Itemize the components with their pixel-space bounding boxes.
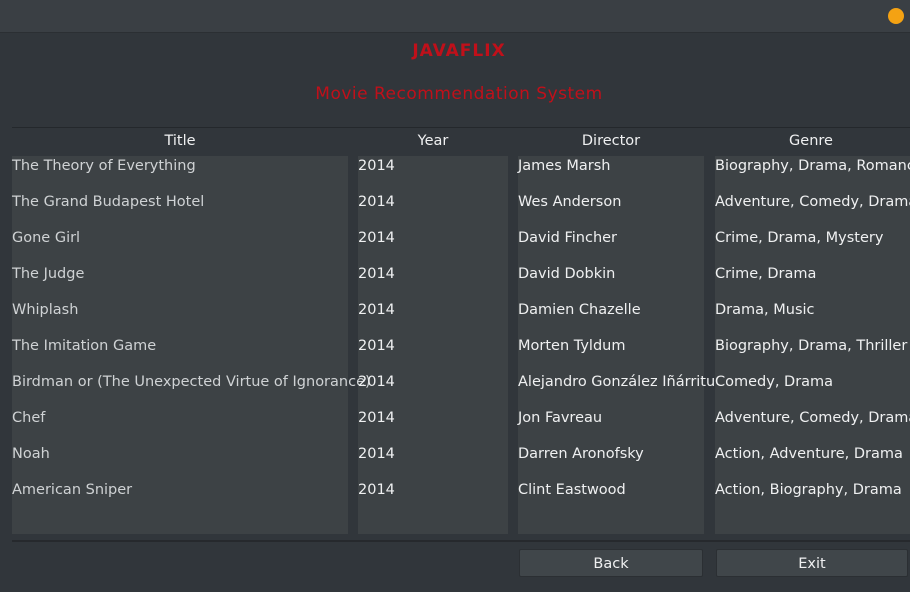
cell-genre: Crime, Drama	[715, 266, 817, 282]
column-header-genre[interactable]: Genre	[715, 133, 907, 153]
column-header-year[interactable]: Year	[358, 133, 508, 153]
cell-genre: Biography, Drama, Romance	[715, 158, 910, 174]
cell-director: Jon Favreau	[518, 410, 603, 426]
cell-director: Morten Tyldum	[518, 338, 626, 354]
cell-year: 2014	[358, 374, 395, 390]
close-icon[interactable]	[888, 8, 904, 24]
cell-title: Birdman or (The Unexpected Virtue of Ign…	[12, 374, 371, 390]
column-header-title[interactable]: Title	[12, 133, 348, 153]
cell-title: Gone Girl	[12, 230, 81, 246]
divider-top	[12, 127, 910, 128]
cell-director: Alejandro González Iñárritu	[518, 374, 716, 390]
window-titlebar	[0, 0, 910, 33]
exit-button[interactable]: Exit	[716, 549, 908, 577]
cell-director: Darren Aronofsky	[518, 446, 644, 462]
cell-title: The Grand Budapest Hotel	[12, 194, 205, 210]
cell-title: The Imitation Game	[12, 338, 157, 354]
divider-bottom	[12, 540, 910, 542]
cell-genre: Drama, Music	[715, 302, 815, 318]
app-subtitle: Movie Recommendation System	[315, 84, 603, 104]
cell-year: 2014	[358, 446, 395, 462]
cell-director: Damien Chazelle	[518, 302, 641, 318]
cell-genre: Adventure, Comedy, Drama	[715, 194, 910, 210]
cell-year: 2014	[358, 338, 395, 354]
cell-genre: Crime, Drama, Mystery	[715, 230, 884, 246]
cell-genre: Comedy, Drama	[715, 374, 834, 390]
cell-genre: Action, Biography, Drama	[715, 482, 902, 498]
cell-year: 2014	[358, 482, 395, 498]
cell-genre: Adventure, Comedy, Drama	[715, 410, 910, 426]
cell-director: Wes Anderson	[518, 194, 622, 210]
cell-genre: Action, Adventure, Drama	[715, 446, 903, 462]
cell-title: The Judge	[12, 266, 85, 282]
cell-year: 2014	[358, 230, 395, 246]
cell-title: Noah	[12, 446, 50, 462]
cell-title: Whiplash	[12, 302, 79, 318]
cell-year: 2014	[358, 158, 395, 174]
cell-director: James Marsh	[518, 158, 611, 174]
cell-year: 2014	[358, 266, 395, 282]
cell-director: Clint Eastwood	[518, 482, 626, 498]
column-header-director[interactable]: Director	[518, 133, 704, 153]
cell-title: The Theory of Everything	[12, 158, 196, 174]
cell-director: David Dobkin	[518, 266, 616, 282]
cell-year: 2014	[358, 302, 395, 318]
cell-year: 2014	[358, 194, 395, 210]
cell-genre: Biography, Drama, Thriller	[715, 338, 908, 354]
back-button[interactable]: Back	[519, 549, 703, 577]
app-title: JAVAFLIX	[412, 41, 506, 61]
cell-director: David Fincher	[518, 230, 618, 246]
cell-title: American Sniper	[12, 482, 133, 498]
cell-title: Chef	[12, 410, 46, 426]
cell-year: 2014	[358, 410, 395, 426]
